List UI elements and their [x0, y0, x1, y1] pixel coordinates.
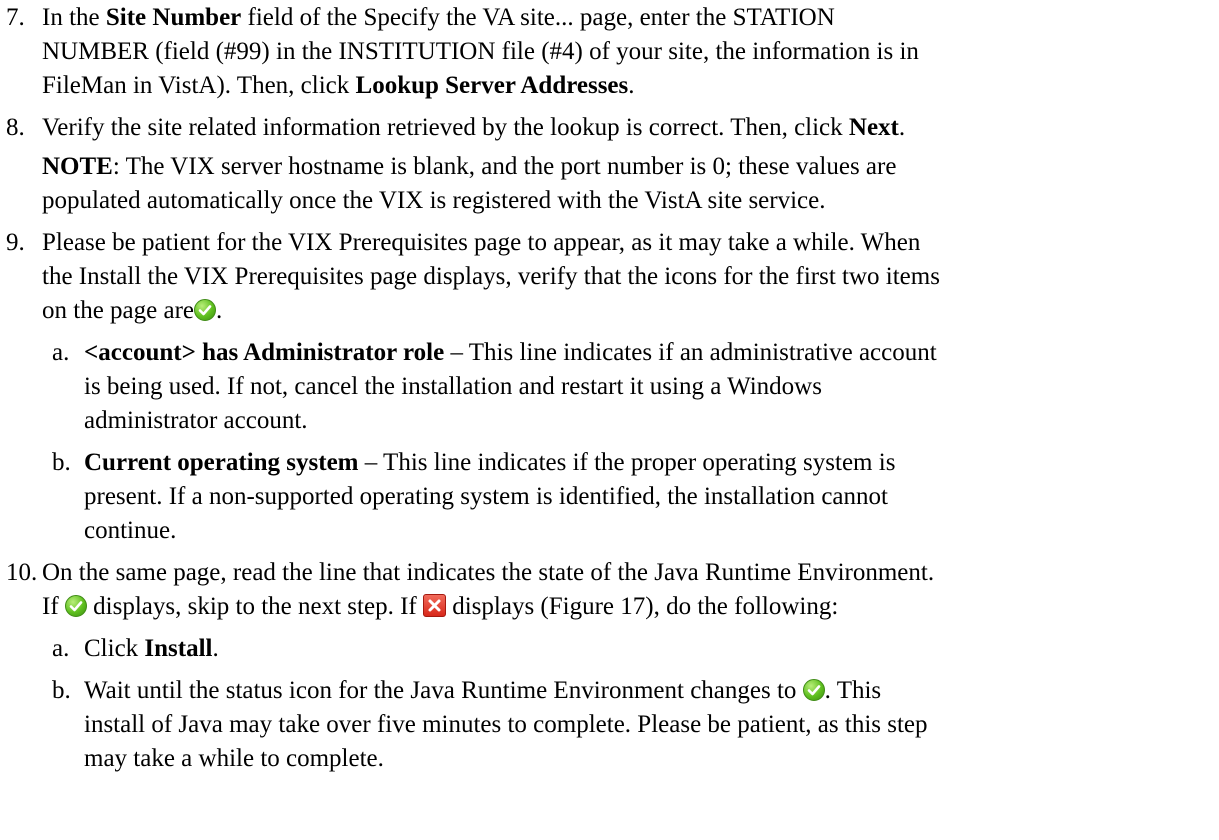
sub-step-letter: a. — [52, 635, 70, 662]
sub-step-letter: b. — [52, 677, 71, 704]
note-label: NOTE — [42, 153, 113, 180]
red-x-icon — [422, 594, 446, 617]
step-9-line-2: the Install the VIX Prerequisites page d… — [42, 263, 940, 290]
step-9-line-3: on the page are. — [42, 297, 223, 324]
sub-step-letter: a. — [52, 339, 70, 366]
step-number: 7. — [6, 4, 25, 31]
step-9b-line-2: present. If a non-supported operating sy… — [84, 483, 888, 510]
current-os-label: Current operating system — [84, 449, 359, 476]
step-9b-line-3: continue. — [84, 517, 177, 544]
step-number: 10. — [6, 559, 38, 586]
step-10b-line-3: may take a while to complete. — [84, 745, 384, 772]
lookup-server-addresses-label: Lookup Server Addresses — [355, 72, 629, 99]
step-7-line-1: In the Site Number field of the Specify … — [42, 4, 835, 31]
green-check-icon — [194, 299, 217, 321]
step-10b-line-1: Wait until the status icon for the Java … — [84, 677, 882, 704]
next-label: Next — [848, 114, 899, 141]
step-9a-line-1: <account> has Administrator role – This … — [84, 339, 937, 366]
step-9a-line-3: administrator account. — [84, 407, 308, 434]
step-9-line-1: Please be patient for the VIX Prerequisi… — [42, 229, 921, 256]
note-line-1: NOTE: The VIX server hostname is blank, … — [42, 153, 897, 180]
step-number: 8. — [6, 114, 25, 141]
install-label: Install — [144, 635, 213, 662]
note-line-2: populated automatically once the VIX is … — [42, 187, 826, 214]
admin-role-label: <account> has Administrator role — [84, 339, 445, 366]
step-8-line-1: Verify the site related information retr… — [42, 114, 906, 141]
step-9b-line-1: Current operating system – This line ind… — [84, 449, 896, 476]
step-10b-line-2: install of Java may take over five minut… — [84, 711, 928, 738]
sub-step-letter: b. — [52, 449, 71, 476]
step-7-line-3: FileMan in VistA). Then, click Lookup Se… — [42, 72, 635, 99]
step-number: 9. — [6, 229, 25, 256]
step-10a-line-1: Click Install. — [84, 635, 219, 662]
green-check-icon — [802, 679, 825, 701]
green-check-icon — [64, 595, 87, 617]
site-number-label: Site Number — [105, 4, 242, 31]
step-10-line-2: If displays, skip to the next step. If d… — [42, 593, 839, 620]
step-10-line-1: On the same page, read the line that ind… — [42, 559, 935, 586]
step-7-line-2: NUMBER (field (#99) in the INSTITUTION f… — [42, 38, 919, 65]
step-9a-line-2: is being used. If not, cancel the instal… — [84, 373, 822, 400]
